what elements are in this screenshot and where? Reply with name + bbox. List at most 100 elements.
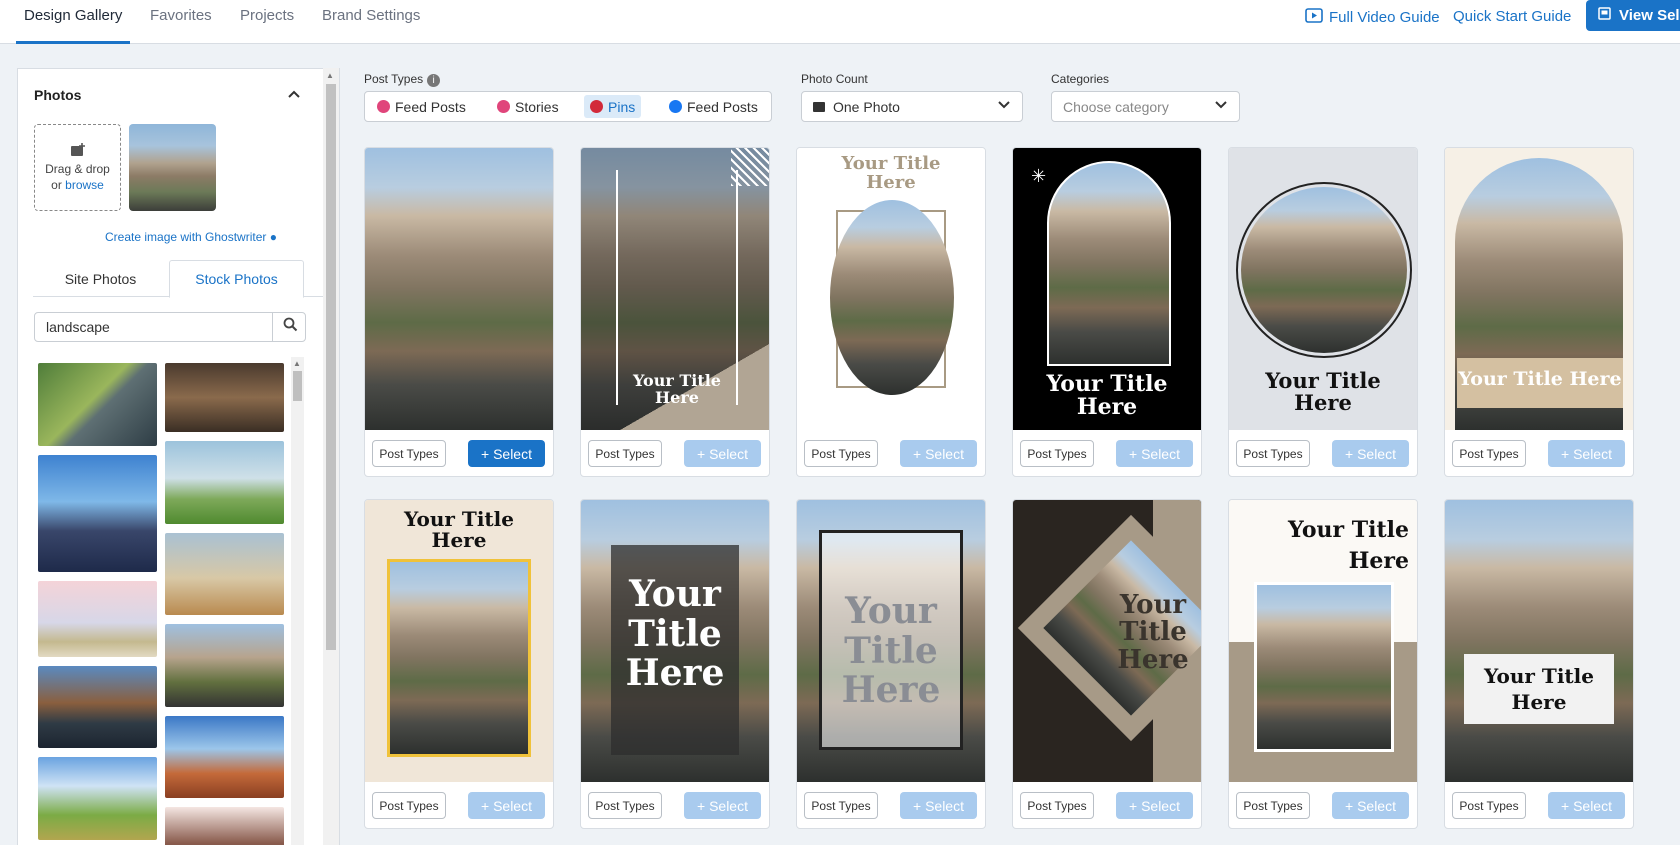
- template-title: Your Title Here: [1484, 664, 1594, 714]
- stock-photo[interactable]: [38, 757, 157, 840]
- post-types-button[interactable]: Post Types: [1452, 440, 1526, 467]
- template-title: Your Title Here: [1117, 590, 1189, 675]
- template-preview[interactable]: Your Title Here: [1229, 148, 1417, 430]
- template-card[interactable]: Post Types + Select: [364, 147, 554, 477]
- chevron-up-icon[interactable]: [288, 85, 300, 101]
- stock-photo[interactable]: [165, 441, 284, 524]
- template-card[interactable]: Your Title Here Post Types + Select: [580, 147, 770, 477]
- select-button[interactable]: + Select: [684, 792, 761, 819]
- stock-photo[interactable]: [165, 624, 284, 707]
- template-card[interactable]: Your Title Here Post Types + Select: [1228, 147, 1418, 477]
- select-button[interactable]: + Select: [1548, 792, 1625, 819]
- info-icon[interactable]: i: [427, 74, 441, 87]
- select-button[interactable]: + Select: [900, 792, 977, 819]
- browse-link[interactable]: browse: [65, 178, 104, 192]
- ghostwriter-label: Create image with Ghostwriter: [105, 230, 267, 244]
- post-type-instagram-stories[interactable]: Stories: [491, 95, 565, 118]
- post-type-instagram-feed[interactable]: Feed Posts: [371, 95, 472, 118]
- template-card[interactable]: Your Title Here Post Types + Select: [1228, 499, 1418, 829]
- template-card[interactable]: Your Title Here Post Types + Select: [796, 499, 986, 829]
- stock-photo[interactable]: [38, 581, 157, 657]
- scroll-thumb[interactable]: [326, 84, 336, 650]
- post-types-button[interactable]: Post Types: [1020, 440, 1094, 467]
- select-button[interactable]: + Select: [900, 440, 977, 467]
- select-button[interactable]: + Select: [1548, 440, 1625, 467]
- template-card[interactable]: Your Title Here Post Types + Select: [364, 499, 554, 829]
- search-input[interactable]: [35, 313, 273, 341]
- post-type-facebook-feed[interactable]: Feed Posts: [663, 95, 764, 118]
- post-types-button[interactable]: Post Types: [804, 440, 878, 467]
- scroll-up-icon[interactable]: ▲: [293, 359, 301, 368]
- template-preview[interactable]: [365, 148, 553, 430]
- tab-brand-settings[interactable]: Brand Settings: [322, 7, 420, 24]
- stock-photos-scrollbar[interactable]: ▲: [291, 357, 304, 845]
- post-types-button[interactable]: Post Types: [588, 440, 662, 467]
- select-button[interactable]: + Select: [1332, 440, 1409, 467]
- post-types-button[interactable]: Post Types: [1236, 440, 1310, 467]
- quick-start-guide-link[interactable]: Quick Start Guide: [1453, 8, 1571, 25]
- template-photo: [1047, 161, 1171, 366]
- template-preview[interactable]: Your Title Here: [581, 500, 769, 782]
- categories-placeholder: Choose category: [1063, 98, 1169, 115]
- image-dropzone[interactable]: Drag & drop or browse: [34, 124, 121, 211]
- template-preview[interactable]: Your Title Here: [581, 148, 769, 430]
- select-button[interactable]: + Select: [468, 440, 545, 467]
- post-types-button[interactable]: Post Types: [372, 440, 446, 467]
- select-button[interactable]: + Select: [1332, 792, 1409, 819]
- post-types-button[interactable]: Post Types: [588, 792, 662, 819]
- select-button[interactable]: + Select: [1116, 792, 1193, 819]
- full-video-guide-link[interactable]: Full Video Guide: [1305, 8, 1440, 27]
- scroll-up-icon[interactable]: ▲: [326, 71, 334, 80]
- template-preview[interactable]: Your Title Here: [365, 500, 553, 782]
- scroll-thumb[interactable]: [293, 371, 302, 401]
- template-preview[interactable]: ✳ Your Title Here: [1013, 148, 1201, 430]
- template-preview[interactable]: Your Title Here: [1229, 500, 1417, 782]
- stock-photo[interactable]: [165, 807, 284, 845]
- stock-photo[interactable]: [38, 666, 157, 748]
- post-types-button[interactable]: Post Types: [372, 792, 446, 819]
- stock-photo[interactable]: [165, 363, 284, 432]
- stock-photo[interactable]: [38, 455, 157, 572]
- template-title: Your Title Here: [1265, 368, 1381, 416]
- tab-site-photos[interactable]: Site Photos: [33, 260, 168, 297]
- select-button[interactable]: + Select: [468, 792, 545, 819]
- tab-design-gallery[interactable]: Design Gallery: [24, 7, 122, 24]
- template-preview[interactable]: Your Title Here: [1013, 500, 1201, 782]
- ghostwriter-link[interactable]: Create image with Ghostwriter ●: [105, 230, 277, 244]
- photos-panel: Photos Drag & drop or browse Create imag…: [17, 68, 340, 845]
- image-icon: [813, 101, 825, 112]
- template-preview[interactable]: Your Title Here: [1445, 148, 1633, 430]
- tab-stock-photos[interactable]: Stock Photos: [169, 260, 304, 298]
- photo-count-select[interactable]: One Photo: [801, 91, 1023, 122]
- template-card[interactable]: Your Title Here Post Types + Select: [1444, 147, 1634, 477]
- post-type-pins[interactable]: Pins: [584, 95, 642, 118]
- video-icon: [1305, 8, 1323, 27]
- view-selected-button[interactable]: View Sel: [1586, 0, 1680, 31]
- post-types-button[interactable]: Post Types: [1020, 792, 1094, 819]
- panel-scrollbar[interactable]: ▲: [323, 68, 339, 845]
- select-button[interactable]: + Select: [684, 440, 761, 467]
- tab-projects[interactable]: Projects: [240, 7, 294, 24]
- template-preview[interactable]: Your Title Here: [797, 500, 985, 782]
- select-button[interactable]: + Select: [1116, 440, 1193, 467]
- template-preview[interactable]: Your Title Here: [797, 148, 985, 430]
- template-preview[interactable]: Your Title Here: [1445, 500, 1633, 782]
- template-card[interactable]: Your Title Here Post Types + Select: [1012, 499, 1202, 829]
- template-photo: [387, 559, 531, 757]
- stock-photo[interactable]: [165, 716, 284, 798]
- template-card[interactable]: Your Title Here Post Types + Select: [1444, 499, 1634, 829]
- stock-search: [34, 312, 306, 342]
- template-card[interactable]: ✳ Your Title Here Post Types + Select: [1012, 147, 1202, 477]
- stock-photo[interactable]: [165, 533, 284, 615]
- post-types-button[interactable]: Post Types: [1236, 792, 1310, 819]
- template-card[interactable]: Your Title Here Post Types + Select: [580, 499, 770, 829]
- post-types-button[interactable]: Post Types: [1452, 792, 1526, 819]
- uploaded-photo-thumbnail[interactable]: [129, 124, 216, 211]
- stock-photo[interactable]: [38, 363, 157, 446]
- tab-favorites[interactable]: Favorites: [150, 7, 212, 24]
- add-image-icon: [35, 143, 120, 161]
- categories-select[interactable]: Choose category: [1051, 91, 1240, 122]
- template-card[interactable]: Your Title Here Post Types + Select: [796, 147, 986, 477]
- search-button[interactable]: [275, 313, 305, 341]
- post-types-button[interactable]: Post Types: [804, 792, 878, 819]
